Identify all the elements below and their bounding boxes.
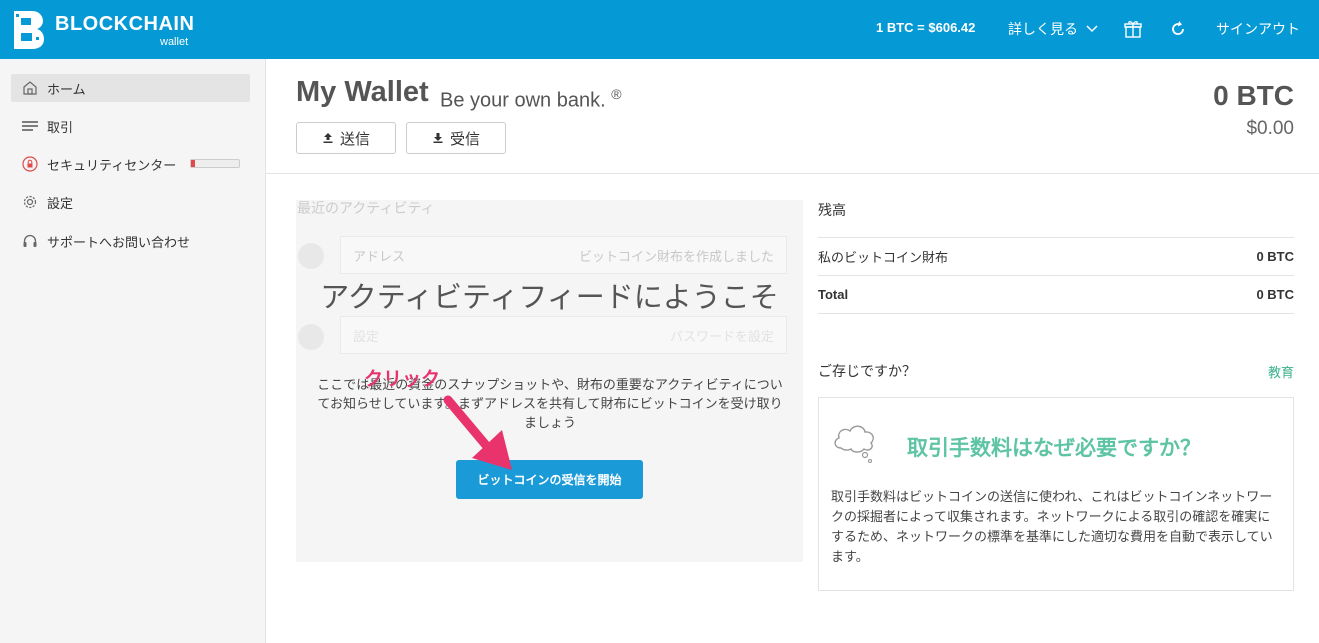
gear-icon (298, 324, 324, 350)
page-title: My Wallet (296, 76, 429, 108)
top-bar: BLOCKCHAIN wallet 1 BTC = $606.42 詳しく見る … (0, 0, 1319, 59)
security-progress-fill (191, 160, 195, 167)
balances-divider (818, 313, 1294, 314)
thought-bubble-icon (834, 425, 874, 464)
headset-icon (21, 232, 39, 250)
tip-card: 取引手数料はなぜ必要ですか？ 取引手数料はビットコインの送信に使われ、これはビッ… (818, 397, 1294, 591)
sidebar-item-label: 設定 (47, 196, 74, 212)
receive-label: 受信 (449, 129, 480, 148)
ghost-row-left: 設定 (353, 329, 380, 345)
balances-title: 残高 (818, 203, 846, 219)
activity-title: 最近のアクティビティ (297, 201, 435, 217)
download-icon (433, 133, 443, 143)
annotation-arrow-icon (443, 395, 512, 470)
header-divider (266, 173, 1319, 174)
sidebar-item-transactions[interactable]: 取引 (11, 112, 250, 140)
sidebar-item-support[interactable]: サポートへお問い合わせ (11, 227, 250, 255)
balance-row-label: Total (818, 287, 849, 302)
sidebar-item-label: セキュリティセンター (47, 158, 177, 174)
send-button[interactable]: 送信 (296, 122, 396, 154)
chevron-down-icon (1086, 25, 1098, 33)
send-label: 送信 (339, 129, 370, 148)
upload-icon (323, 133, 333, 143)
balance-row-value: 0 BTC (1256, 249, 1294, 264)
sidebar-item-label: ホーム (47, 82, 86, 98)
sidebar-item-label: サポートへお問い合わせ (47, 235, 191, 251)
sidebar-item-label: 取引 (47, 120, 74, 136)
brand-subtitle: wallet (160, 36, 189, 48)
did-you-know-title: ご存じですか？ (818, 364, 916, 380)
sidebar-item-home[interactable]: ホーム (11, 74, 250, 102)
balance-btc: 0 BTC (1213, 80, 1294, 111)
sidebar (0, 59, 266, 643)
blockchain-logo-icon[interactable] (10, 9, 46, 51)
registered-mark: ® (611, 86, 622, 102)
balance-row-value: 0 BTC (1256, 287, 1294, 302)
ghost-row-right: パスワードを設定 (669, 329, 774, 345)
balance-total-row: Total 0 BTC (818, 275, 1294, 313)
balance-row-label: 私のビットコイン財布 (818, 251, 949, 266)
tagline-text: Be your own bank. (440, 89, 606, 112)
refresh-icon[interactable] (1168, 19, 1188, 39)
receive-button[interactable]: 受信 (406, 122, 506, 154)
sidebar-item-settings[interactable]: 設定 (11, 188, 250, 216)
wallet-icon (298, 243, 324, 269)
list-icon (21, 117, 39, 135)
tip-card-text: 取引手数料はビットコインの送信に使われ、これはビットコインネットワークの採掘者に… (831, 490, 1273, 565)
lock-icon (21, 155, 39, 173)
gear-icon (21, 193, 39, 211)
page-tagline: Be your own bank. ® (440, 86, 622, 113)
tip-card-title: 取引手数料はなぜ必要ですか？ (907, 436, 1201, 460)
brand-name: BLOCKCHAIN (55, 13, 195, 35)
education-link[interactable]: 教育 (1268, 362, 1294, 381)
more-label: 詳しく見る (1008, 22, 1078, 38)
ghost-activity-row: 設定 パスワードを設定 (340, 316, 787, 354)
more-menu[interactable]: 詳しく見る (1008, 19, 1098, 39)
welcome-heading: アクティビティフィードにようこそ (320, 280, 779, 314)
balance-row: 私のビットコイン財布 0 BTC (818, 237, 1294, 275)
ghost-activity-row: アドレス ビットコイン財布を作成しました (340, 236, 787, 274)
btc-rate: 1 BTC = $606.42 (876, 20, 976, 35)
signout-button[interactable]: サインアウト (1216, 19, 1300, 39)
ghost-row-left: アドレス (353, 249, 406, 265)
gift-icon[interactable] (1123, 19, 1143, 39)
home-icon (21, 79, 39, 97)
security-progress-bar (190, 159, 240, 168)
balance-usd: $0.00 (1246, 118, 1294, 139)
ghost-row-right: ビットコイン財布を作成しました (578, 249, 774, 265)
